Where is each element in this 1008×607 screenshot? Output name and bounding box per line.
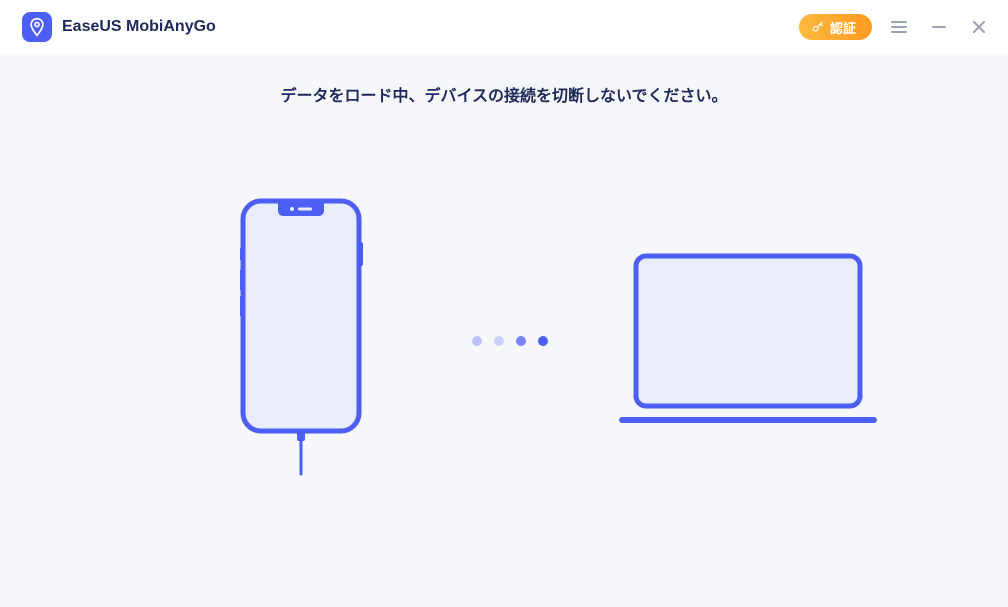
app-window: EaseUS MobiAnyGo 認証 — [0, 0, 1008, 607]
minimize-button[interactable] — [930, 18, 948, 36]
loading-dot — [538, 336, 548, 346]
phone-device-icon — [240, 198, 372, 483]
verify-label: 認証 — [830, 18, 856, 37]
hamburger-icon — [891, 20, 907, 34]
laptop-device-icon — [618, 248, 878, 433]
loading-dot — [472, 336, 482, 346]
key-icon — [811, 20, 825, 34]
status-message: データをロード中、デバイスの接続を切断しないでください。 — [280, 82, 727, 106]
close-icon — [972, 20, 986, 34]
main-content: データをロード中、デバイスの接続を切断しないでください。 — [0, 54, 1008, 607]
loading-dot — [494, 336, 504, 346]
app-title: EaseUS MobiAnyGo — [62, 18, 216, 36]
window-controls — [890, 18, 988, 36]
menu-button[interactable] — [890, 18, 908, 36]
titlebar-left: EaseUS MobiAnyGo — [22, 12, 216, 42]
titlebar: EaseUS MobiAnyGo 認証 — [0, 0, 1008, 54]
close-button[interactable] — [970, 18, 988, 36]
verify-button[interactable]: 認証 — [799, 14, 872, 40]
minimize-icon — [932, 20, 946, 34]
app-logo-icon — [22, 12, 52, 42]
titlebar-right: 認証 — [799, 14, 988, 40]
loading-dot — [516, 336, 526, 346]
connection-illustration — [0, 198, 1008, 483]
loading-dots — [472, 336, 548, 346]
